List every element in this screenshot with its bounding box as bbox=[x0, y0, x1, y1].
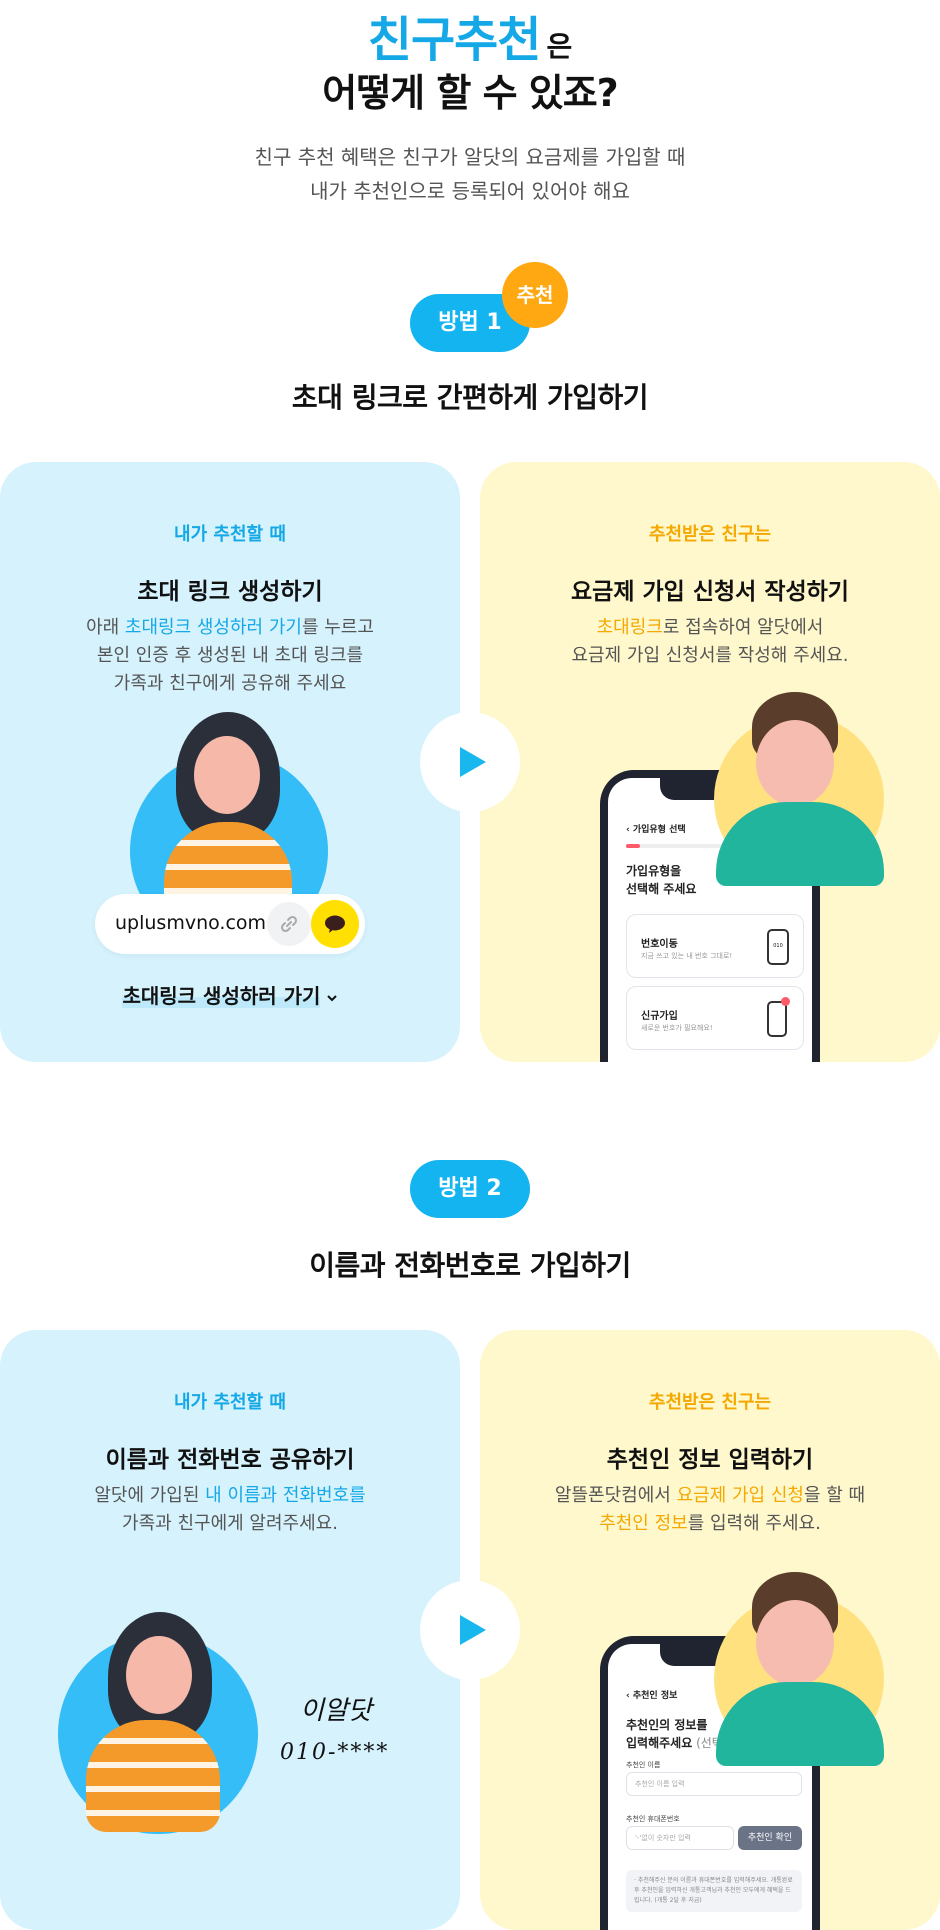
chevron-down-icon bbox=[326, 995, 337, 1002]
hero-subtitle-1: 친구 추천 혜택은 친구가 알닷의 요금제를 가입할 때 bbox=[254, 145, 686, 169]
card-title: 추천인 정보 입력하기 bbox=[606, 1447, 814, 1473]
kakao-share-button[interactable] bbox=[311, 900, 359, 948]
card-desc-line2: 본인 인증 후 생성된 내 초대 링크를 bbox=[96, 645, 364, 666]
boy-illustration bbox=[704, 1572, 884, 1772]
option-number-port: 번호이동 지금 쓰고 있는 내 번호 그대로! 010 bbox=[626, 914, 804, 978]
method2-recommender-card: 내가 추천할 때 이름과 전화번호 공유하기 알닷에 가입된 내 이름과 전화번… bbox=[0, 1330, 460, 1930]
method1-title: 초대 링크로 간편하게 가입하기 bbox=[291, 381, 649, 414]
card-desc-line2: 가족과 친구에게 알려주세요. bbox=[122, 1513, 338, 1534]
hero-title: 어떻게 할 수 있죠? bbox=[322, 71, 618, 115]
phone-010-icon: 010 bbox=[767, 929, 789, 965]
card-title: 이름과 전화번호 공유하기 bbox=[105, 1447, 355, 1473]
next-step-arrow bbox=[420, 712, 520, 812]
invite-url-bar: uplusmvno.com bbox=[95, 894, 365, 954]
copy-link-button[interactable] bbox=[267, 902, 311, 946]
method1-recommender-card: 내가 추천할 때 초대 링크 생성하기 아래 초대링크 생성하러 가기를 누르고… bbox=[0, 462, 460, 1062]
phone-heading: 가입유형을 선택해 주세요 bbox=[626, 864, 697, 896]
hero-header: 친구추천 은 bbox=[0, 0, 940, 70]
phone-back-title: ‹ 추천인 정보 bbox=[626, 1691, 678, 1701]
handwritten-phone: 010-**** bbox=[280, 1740, 390, 1765]
phone-new-icon bbox=[767, 1001, 787, 1037]
option-new-signup: 신규가입 새로운 번호가 필요해요! bbox=[626, 986, 804, 1050]
card-desc-line2: 추천인 정보를 입력해 주세요. bbox=[599, 1513, 821, 1534]
card-desc-line1: 초대링크로 접속하여 알닷에서 bbox=[596, 617, 824, 638]
next-step-arrow bbox=[420, 1580, 520, 1680]
recommender-phone-input[interactable]: '-'없이 숫자만 입력 bbox=[626, 1826, 734, 1850]
play-icon bbox=[460, 747, 486, 777]
method2-friend-card: 추천받은 친구는 추천인 정보 입력하기 알뜰폰닷컴에서 요금제 가입 신청을 … bbox=[480, 1330, 940, 1930]
hero-subtitle-2: 내가 추천인으로 등록되어 있어야 해요 bbox=[310, 179, 630, 203]
notice-box: · 추천해주신 분의 이름과 휴대폰번호를 입력해주세요. 개통완료 후 추천인… bbox=[626, 1870, 802, 1912]
card-desc-line1: 알닷에 가입된 내 이름과 전화번호를 bbox=[94, 1485, 366, 1506]
play-icon bbox=[460, 1615, 486, 1645]
phone-back-title: ‹ 가입유형 선택 bbox=[626, 825, 686, 835]
card-title: 초대 링크 생성하기 bbox=[137, 579, 323, 605]
create-invite-link-label: 초대링크 생성하러 가기 bbox=[122, 984, 321, 1008]
recommend-badge: 추천 bbox=[502, 262, 568, 328]
chat-bubble-icon bbox=[325, 915, 345, 933]
hero-brand: 친구추천 bbox=[367, 12, 542, 68]
link-icon bbox=[280, 915, 298, 933]
invite-url: uplusmvno.com bbox=[115, 912, 267, 934]
method2-title: 이름과 전화번호로 가입하기 bbox=[309, 1249, 631, 1282]
card-eyebrow: 추천받은 친구는 bbox=[648, 1392, 772, 1413]
card-eyebrow: 내가 추천할 때 bbox=[174, 524, 286, 545]
method1-friend-card: 추천받은 친구는 요금제 가입 신청서 작성하기 초대링크로 접속하여 알닷에서… bbox=[480, 462, 940, 1062]
card-title: 요금제 가입 신청서 작성하기 bbox=[571, 579, 849, 605]
method2-pill: 방법 2 bbox=[410, 1160, 530, 1218]
card-eyebrow: 내가 추천할 때 bbox=[174, 1392, 286, 1413]
create-invite-link-button[interactable]: 초대링크 생성하러 가기 bbox=[0, 980, 460, 1009]
recommender-name-input[interactable]: 추천인 이름 입력 bbox=[626, 1772, 802, 1796]
name-label: 추천인 이름 bbox=[626, 1761, 661, 1769]
card-desc-line2: 요금제 가입 신청서를 작성해 주세요. bbox=[571, 645, 849, 666]
hero-suffix: 은 bbox=[546, 30, 573, 63]
card-eyebrow: 추천받은 친구는 bbox=[648, 524, 772, 545]
card-desc-line1: 알뜰폰닷컴에서 요금제 가입 신청을 할 때 bbox=[554, 1485, 866, 1506]
recommender-confirm-button[interactable]: 추천인 확인 bbox=[738, 1826, 802, 1850]
card-desc-line3: 가족과 친구에게 공유해 주세요 bbox=[113, 673, 347, 694]
card-desc-line1: 아래 초대링크 생성하러 가기를 누르고 bbox=[86, 617, 374, 638]
handwritten-name: 이알닷 bbox=[300, 1696, 372, 1726]
phone-label: 추천인 휴대폰번호 bbox=[626, 1815, 680, 1823]
woman-illustration bbox=[56, 1612, 260, 1834]
boy-illustration bbox=[704, 692, 884, 892]
